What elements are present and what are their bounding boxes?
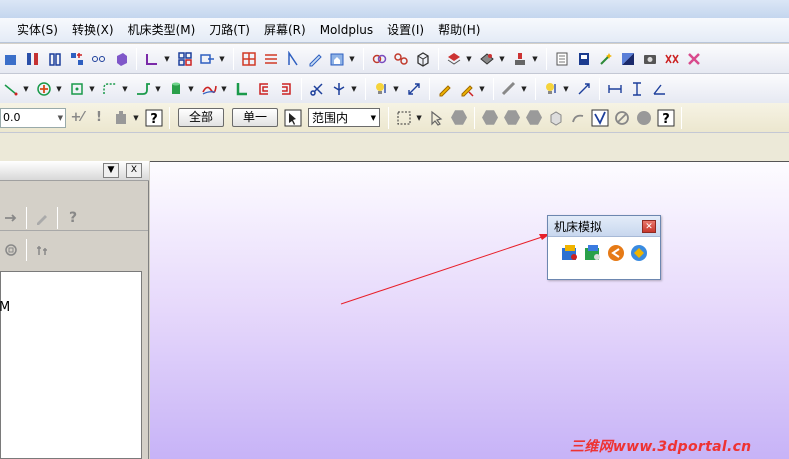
- back-arrow-icon[interactable]: [607, 244, 625, 262]
- floating-toolbar-buttons: [548, 237, 660, 262]
- machine-simulation-toolbar[interactable]: 机床模拟 ✕: [547, 215, 661, 280]
- machine-run-icon[interactable]: [584, 244, 602, 262]
- watermark-text: 三维网www.3dportal.cn: [570, 439, 752, 455]
- options-icon[interactable]: [630, 244, 648, 262]
- machine-sim-icon[interactable]: [561, 244, 579, 262]
- floating-toolbar-titlebar[interactable]: 机床模拟 ✕: [548, 216, 660, 237]
- pointer-arrow: [340, 234, 550, 305]
- floating-toolbar-close-button[interactable]: ✕: [642, 219, 656, 233]
- floating-toolbar-title: 机床模拟: [554, 219, 603, 234]
